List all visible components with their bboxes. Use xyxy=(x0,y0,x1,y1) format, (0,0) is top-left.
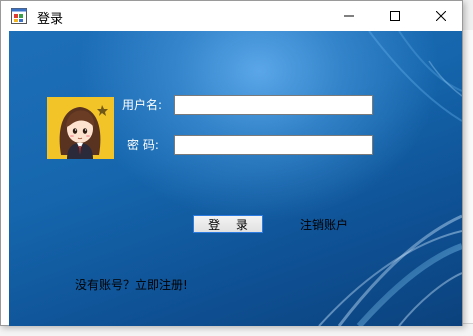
minimize-icon xyxy=(344,15,354,17)
login-form-panel: 用户名: 密 码: 登 录 注销账户 没有账号？立即注册! xyxy=(9,31,462,326)
app-icon xyxy=(11,8,27,24)
maximize-button[interactable] xyxy=(372,1,418,31)
screen: # 置 密 登录 xyxy=(0,0,473,336)
login-button[interactable]: 登 录 xyxy=(193,215,263,233)
close-button[interactable] xyxy=(418,1,464,31)
close-icon xyxy=(436,11,446,21)
login-window: 登录 用户名: 密 码: 登 录 注销账户 没有账号？立即注册! xyxy=(0,0,463,326)
username-label: 用户名: xyxy=(122,98,163,112)
minimize-button[interactable] xyxy=(326,1,372,31)
user-avatar-icon xyxy=(47,97,114,159)
password-input[interactable] xyxy=(174,135,373,155)
cancel-account-link[interactable]: 注销账户 xyxy=(300,216,348,233)
password-label: 密 码: xyxy=(127,138,159,152)
register-link[interactable]: 没有账号？立即注册! xyxy=(75,276,188,293)
maximize-icon xyxy=(390,11,400,21)
username-input[interactable] xyxy=(174,95,373,115)
title-bar[interactable]: 登录 xyxy=(1,1,462,31)
background-window-right-edge xyxy=(463,30,473,336)
window-title: 登录 xyxy=(37,12,64,27)
